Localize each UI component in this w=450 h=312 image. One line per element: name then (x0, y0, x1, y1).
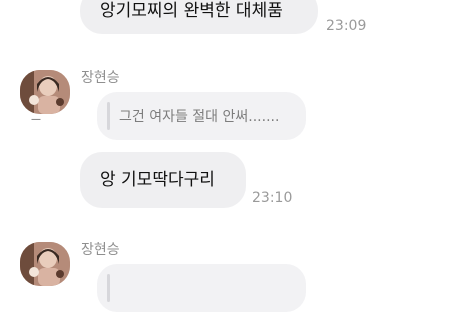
avatar-caption: — (31, 114, 41, 125)
message-timestamp: 23:09 (326, 18, 367, 34)
sender-name[interactable]: 장현승 (81, 239, 120, 259)
reply-quote[interactable]: 그건 여자들 절대 안써....... (97, 92, 306, 140)
message-timestamp: 23:10 (252, 190, 293, 206)
sender-name[interactable]: 장현승 (81, 67, 120, 87)
avatar-photo (20, 70, 70, 114)
message-bubble[interactable]: 앙 기모딱다구리 (80, 152, 246, 208)
avatar[interactable] (20, 242, 70, 286)
avatar-photo (20, 242, 70, 286)
quote-text: 그건 여자들 절대 안써....... (119, 109, 280, 125)
message-text: 앙 기모딱다구리 (100, 170, 215, 190)
reply-quote[interactable] (97, 264, 306, 312)
message-text: 앙기모찌의 완벽한 대체품 (100, 1, 283, 21)
avatar[interactable] (20, 70, 70, 114)
message-bubble[interactable]: 앙기모찌의 완벽한 대체품 (80, 0, 318, 34)
